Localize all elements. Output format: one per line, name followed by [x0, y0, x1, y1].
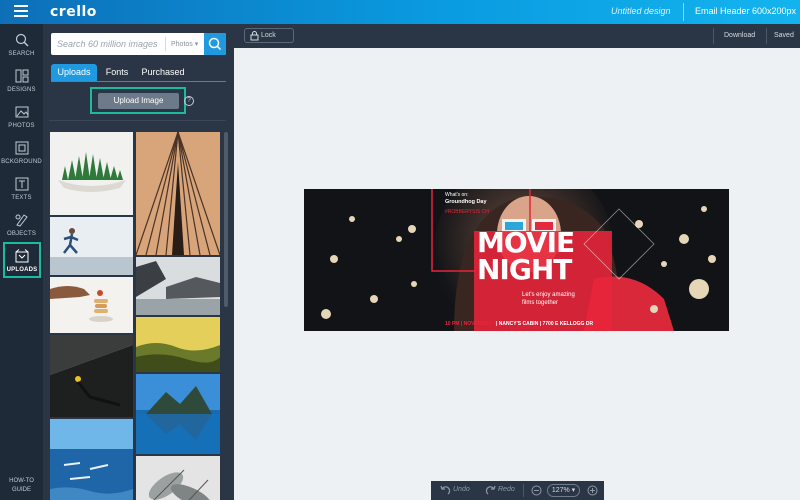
upload-thumbnail[interactable] — [136, 132, 220, 255]
divider — [523, 484, 524, 497]
tagline-line1: Let's enjoy amazing — [522, 292, 575, 298]
upload-highlight: Upload Image — [90, 87, 186, 114]
redo-button[interactable]: Redo — [498, 486, 515, 493]
upload-icon — [15, 249, 29, 263]
upload-thumbnail[interactable] — [50, 419, 133, 500]
hand-food-image — [50, 286, 113, 322]
rail-label: OBJECTS — [6, 231, 37, 237]
tab-purchased[interactable]: Purchased — [137, 64, 189, 81]
rail-label: BCKGROUND — [1, 159, 42, 165]
upload-thumbnail[interactable] — [136, 374, 220, 454]
undo-button[interactable]: Undo — [453, 486, 470, 493]
upload-thumbnail[interactable] — [50, 217, 133, 275]
rail-item-search[interactable]: SEARCH — [0, 28, 43, 64]
divider — [49, 120, 226, 121]
rail-item-uploads[interactable]: UPLOADS — [3, 242, 41, 278]
saved-status: Saved — [774, 32, 794, 39]
rocky-coast-image — [136, 261, 220, 315]
upload-thumbnail[interactable] — [136, 257, 220, 315]
bridge-image — [136, 132, 220, 255]
rail-item-designs[interactable]: DESIGNS — [0, 64, 43, 100]
objects-icon — [15, 214, 28, 227]
search-input[interactable]: Search 60 million images — [57, 39, 158, 49]
rail-label: PHOTOS — [8, 123, 35, 129]
forest-island-image — [58, 152, 126, 192]
cyclist-shadow-image — [50, 335, 133, 417]
search-button[interactable] — [204, 33, 226, 55]
divider — [683, 3, 684, 21]
upload-thumbnail[interactable] — [50, 335, 133, 417]
tab-fonts[interactable]: Fonts — [98, 64, 136, 81]
undo-icon[interactable] — [440, 485, 451, 496]
designs-icon — [15, 69, 28, 83]
tab-uploads[interactable]: Uploads — [51, 64, 97, 81]
upload-thumbnail[interactable] — [50, 277, 133, 333]
whats-on-label: What's on: — [445, 192, 469, 198]
side-panel: Search 60 million images Photos ▾ Upload… — [43, 24, 234, 500]
hashtag: #ROBBERYSIS CH — [445, 209, 489, 215]
design-title[interactable]: Untitled design — [611, 6, 671, 16]
rail-label: TEXTS — [11, 195, 32, 201]
chevron-down-icon: ▾ — [571, 487, 576, 494]
howto-line2: GUIDE — [11, 487, 31, 493]
zoom-select[interactable]: 127% ▾ — [547, 484, 580, 497]
search-icon — [15, 33, 28, 47]
design-canvas[interactable]: What's on: Groundhog Day #ROBBERYSIS CH … — [304, 189, 729, 331]
upload-thumbnail[interactable] — [50, 132, 133, 215]
chevron-down-icon: ▾ — [194, 41, 199, 48]
divider — [713, 28, 714, 44]
help-icon[interactable]: ? — [184, 96, 194, 106]
misty-valley-image — [136, 317, 220, 372]
leaves-image — [136, 456, 220, 500]
redo-icon[interactable] — [485, 485, 496, 496]
background-icon — [15, 141, 28, 155]
howto-line1: HOW-TO — [9, 478, 34, 484]
filter-value: Photos — [171, 41, 193, 48]
search-filter-select[interactable]: Photos ▾ — [171, 40, 198, 48]
upload-thumbnail[interactable] — [136, 317, 220, 372]
divider — [766, 28, 767, 44]
upload-image-button[interactable]: Upload Image — [98, 93, 179, 109]
zoom-in-icon[interactable] — [587, 485, 598, 496]
text-icon — [15, 177, 28, 191]
search-bar: Search 60 million images Photos ▾ — [51, 33, 226, 55]
footer-time: 10 PM | NOVEMBER 5 — [445, 321, 497, 327]
zoom-value: 127% — [551, 487, 570, 494]
rail-label: UPLOADS — [6, 267, 38, 273]
howto-guide-link[interactable]: HOW-TO GUIDE — [0, 477, 43, 495]
brand-logo[interactable]: crello — [50, 4, 97, 20]
panel-scrollbar[interactable] — [224, 132, 228, 307]
rail-item-background[interactable]: BCKGROUND — [0, 136, 43, 172]
search-icon — [208, 37, 222, 51]
zoom-out-icon[interactable] — [531, 485, 542, 496]
lock-label: Lock — [261, 32, 276, 39]
tagline-line2: films together — [522, 300, 559, 306]
bottom-bar: Undo Redo 127% ▾ — [431, 481, 604, 500]
headline-night: NIGHT — [477, 253, 572, 286]
rail-label: SEARCH — [8, 51, 35, 57]
top-bar: crello Untitled design Email Header 600x… — [0, 0, 800, 24]
event-name: Groundhog Day — [445, 199, 487, 205]
upload-thumbnail[interactable] — [136, 456, 220, 500]
headline-movie: MOVIE — [477, 226, 575, 259]
divider — [165, 37, 166, 51]
download-button[interactable]: Download — [724, 32, 755, 39]
menu-icon[interactable] — [14, 5, 28, 17]
panel-tabs: Uploads Fonts Purchased — [51, 64, 226, 82]
left-rail: SEARCH DESIGNS PHOTOS BCKGROUND TEXTS OB… — [0, 24, 43, 500]
lock-button[interactable]: Lock — [244, 28, 294, 43]
boats-sea-image — [50, 419, 133, 500]
photo-icon — [15, 106, 28, 118]
rail-item-photos[interactable]: PHOTOS — [0, 100, 43, 136]
island-lake-image — [136, 374, 220, 454]
rail-item-objects[interactable]: OBJECTS — [0, 208, 43, 244]
rail-label: DESIGNS — [7, 87, 36, 93]
footer-place: | NANCY'S CABIN | 7700 E KELLOGG DR — [496, 321, 594, 327]
rail-item-texts[interactable]: TEXTS — [0, 172, 43, 208]
format-label: Email Header 600x200px — [695, 6, 797, 16]
runner-image — [50, 228, 133, 275]
canvas-toolbar: Lock Download Saved — [234, 24, 800, 48]
lock-icon — [250, 31, 259, 41]
